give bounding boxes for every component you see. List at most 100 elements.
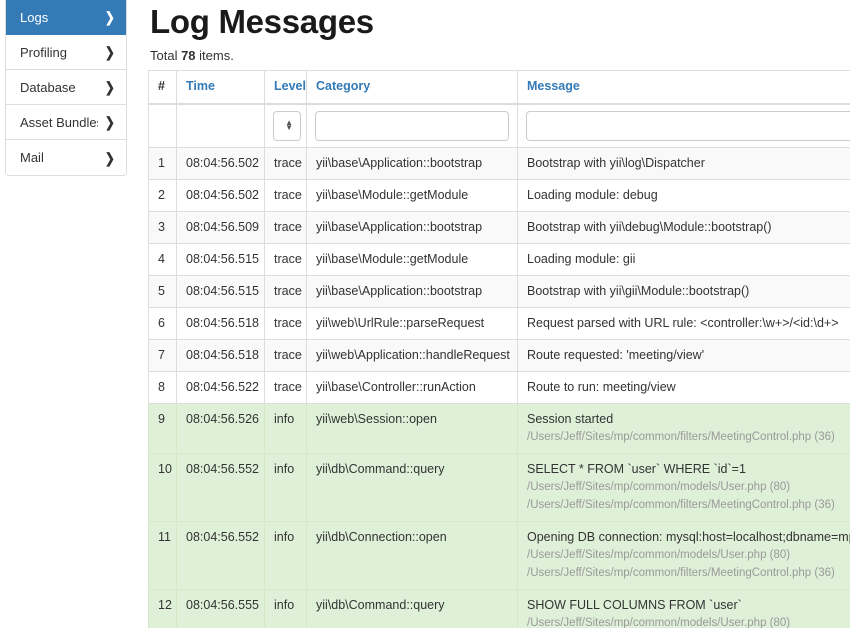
cell-level: trace [264, 243, 307, 276]
filter-cell-time [176, 103, 265, 148]
cell-message: Bootstrap with yii\gii\Module::bootstrap… [517, 275, 850, 308]
cell-time: 08:04:56.502 [176, 179, 265, 212]
cell-level: trace [264, 307, 307, 340]
cell-level: trace [264, 211, 307, 244]
cell-category: yii\web\UrlRule::parseRequest [306, 307, 518, 340]
sidebar-item-logs[interactable]: Logs ❯ [6, 0, 126, 35]
cell-message: Bootstrap with yii\debug\Module::bootstr… [517, 211, 850, 244]
debug-sidebar: Logs ❯ Profiling ❯ Database ❯ Asset Bundles ❯ Ma… [5, 0, 127, 176]
cell-time: 08:04:56.552 [176, 453, 265, 522]
sidebar-item-label: Asset Bundles [20, 114, 99, 130]
cell-time: 08:04:56.552 [176, 521, 265, 590]
sidebar-item-asset-bundles[interactable]: Asset Bundles ❯ [6, 105, 126, 140]
cell-time: 08:04:56.555 [176, 589, 265, 628]
cell-num: 4 [148, 243, 177, 276]
debug-panel-page: Logs ❯ Profiling ❯ Database ❯ Asset Bundles ❯ Ma… [0, 0, 850, 628]
sidebar-item-label: Logs [20, 9, 49, 25]
grid-scroll-container[interactable]: #TimeLevelCategoryMessage errorwarningin… [148, 70, 850, 628]
table-head: #TimeLevelCategoryMessage errorwarningin… [148, 70, 850, 148]
table-row: 1 08:04:56.502 trace yii\base\Application::… [148, 147, 850, 180]
message-text: Bootstrap with yii\gii\Module::bootstrap… [527, 284, 750, 298]
log-messages-table: #TimeLevelCategoryMessage errorwarningin… [148, 70, 850, 628]
category-filter-input[interactable] [315, 111, 509, 141]
table-row: 11 08:04:56.552 info yii\db\Connection::ope… [148, 521, 850, 590]
sidebar-item-label: Profiling [20, 44, 67, 60]
message-text: Route to run: meeting/view [527, 380, 676, 394]
cell-category: yii\web\Session::open [306, 403, 518, 454]
sidebar-item-profiling[interactable]: Profiling ❯ [6, 35, 126, 70]
cell-time: 08:04:56.526 [176, 403, 265, 454]
table-body: 1 08:04:56.502 trace yii\base\Application::… [148, 147, 850, 628]
filter-cell-category [306, 103, 518, 148]
chevron-right-icon: ❯ [105, 114, 116, 130]
cell-num: 11 [148, 521, 177, 590]
cell-num: 1 [148, 147, 177, 180]
cell-category: yii\db\Command::query [306, 589, 518, 628]
cell-level: trace [264, 179, 307, 212]
main-content: Log Messages Total 78 items. # Time Level C… [148, 0, 850, 628]
cell-category: yii\db\Command::query [306, 453, 518, 522]
cell-category: yii\db\Connection::open [306, 521, 518, 590]
column-header-level[interactable]: Level [264, 70, 307, 105]
chevron-right-icon: ❯ [105, 44, 116, 60]
message-text: SELECT * FROM `user` WHERE `id`=1 [527, 462, 746, 476]
cell-time: 08:04:56.518 [176, 307, 265, 340]
stack-trace-line: /Users/Jeff/Sites/mp/common/models/User.… [527, 617, 791, 628]
cell-level: trace [264, 339, 307, 372]
column-header-time[interactable]: Time [176, 70, 265, 105]
column-header-message[interactable]: Message [517, 70, 850, 105]
table-row: 4 08:04:56.515 trace yii\base\Module::getMo… [148, 243, 850, 276]
table-row: 9 08:04:56.526 info yii\web\Session::open Se… [148, 403, 850, 454]
table-row: 3 08:04:56.509 trace yii\base\Application::… [148, 211, 850, 244]
chevron-right-icon: ❯ [105, 79, 116, 95]
level-filter-select[interactable]: errorwarninginfotraceprofile [273, 111, 301, 141]
filter-cell-level: errorwarninginfotraceprofile▲▼ [264, 103, 307, 148]
cell-num: 8 [148, 371, 177, 404]
message-text: Loading module: gii [527, 252, 636, 266]
cell-num: 2 [148, 179, 177, 212]
cell-category: yii\base\Module::getModule [306, 179, 518, 212]
table-row: 8 08:04:56.522 trace yii\base\Controller::r… [148, 371, 850, 404]
stack-trace-line: /Users/Jeff/Sites/mp/common/filters/Meet… [527, 431, 835, 443]
cell-category: yii\web\Application::handleRequest [306, 339, 518, 372]
cell-num: 9 [148, 403, 177, 454]
cell-category: yii\base\Module::getModule [306, 243, 518, 276]
message-text: Bootstrap with yii\debug\Module::bootstr… [527, 220, 772, 234]
chevron-right-icon: ❯ [105, 9, 116, 25]
cell-time: 08:04:56.509 [176, 211, 265, 244]
message-text: SHOW FULL COLUMNS FROM `user` [527, 598, 742, 612]
summary-prefix: Total [150, 48, 182, 63]
sidebar-item-mail[interactable]: Mail ❯ [6, 140, 126, 175]
cell-message: Route requested: 'meeting/view' [517, 339, 850, 372]
table-row: 6 08:04:56.518 trace yii\web\UrlRule::parse… [148, 307, 850, 340]
cell-message: Loading module: debug [517, 179, 850, 212]
cell-message: Loading module: gii [517, 243, 850, 276]
cell-level: trace [264, 371, 307, 404]
message-text: Request parsed with URL rule: <controlle… [527, 316, 839, 330]
message-text: Loading module: debug [527, 188, 658, 202]
column-header-category[interactable]: Category [306, 70, 518, 105]
cell-message: Bootstrap with yii\log\Dispatcher [517, 147, 850, 180]
cell-message: SELECT * FROM `user` WHERE `id`=1/Users/… [517, 453, 850, 522]
sidebar-item-database[interactable]: Database ❯ [6, 70, 126, 105]
cell-level: info [264, 403, 307, 454]
message-text: Session started [527, 412, 614, 426]
message-text: Opening DB connection: mysql:host=localh… [527, 530, 850, 544]
cell-time: 08:04:56.515 [176, 275, 265, 308]
sidebar-item-label: Mail [20, 150, 44, 165]
table-row: 5 08:04:56.515 trace yii\base\Application::… [148, 275, 850, 308]
cell-level: info [264, 521, 307, 590]
cell-level: info [264, 453, 307, 522]
chevron-right-icon: ❯ [105, 149, 116, 166]
table-filter-row: errorwarninginfotraceprofile▲▼ [148, 103, 850, 148]
results-summary: Total 78 items. [148, 42, 850, 70]
stack-trace-line: /Users/Jeff/Sites/mp/common/filters/Meet… [527, 567, 835, 579]
message-filter-input[interactable] [526, 111, 850, 141]
column-header-num: # [148, 70, 177, 105]
cell-num: 5 [148, 275, 177, 308]
cell-num: 6 [148, 307, 177, 340]
summary-suffix: items. [195, 48, 234, 63]
cell-category: yii\base\Application::bootstrap [306, 211, 518, 244]
stack-trace-line: /Users/Jeff/Sites/mp/common/models/User.… [527, 549, 791, 561]
cell-category: yii\base\Application::bootstrap [306, 275, 518, 308]
